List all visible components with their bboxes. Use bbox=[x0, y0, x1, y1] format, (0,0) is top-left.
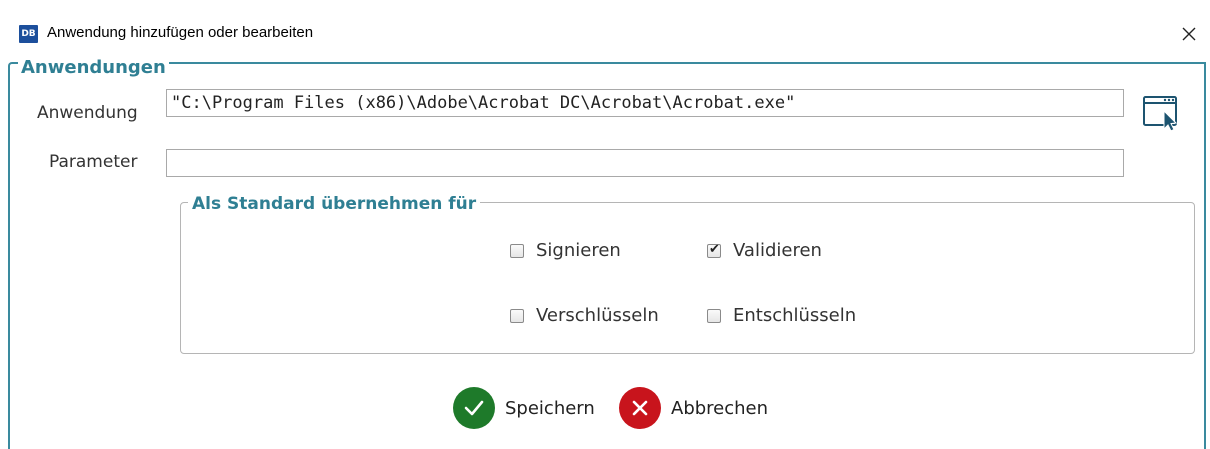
applications-legend: Anwendungen bbox=[18, 57, 169, 79]
checkbox-entschluesseln[interactable]: Entschlüsseln bbox=[707, 305, 856, 326]
checkbox-verschluesseln[interactable]: Verschlüsseln bbox=[510, 305, 659, 326]
browse-window-cursor-icon bbox=[1143, 96, 1178, 132]
checkbox-label: Validieren bbox=[733, 240, 822, 261]
defaults-group-box bbox=[180, 202, 1195, 354]
parameter-input[interactable] bbox=[166, 149, 1124, 177]
checkbox-label: Signieren bbox=[536, 240, 621, 261]
close-icon bbox=[1182, 27, 1196, 41]
checkbox-box: ✔ bbox=[707, 241, 721, 258]
checkmark-icon bbox=[453, 387, 495, 429]
app-logo-icon: DB bbox=[19, 25, 38, 43]
title-bar: DB Anwendung hinzufügen oder bearbeiten bbox=[0, 0, 1210, 64]
application-path-input[interactable] bbox=[166, 89, 1124, 117]
checkbox-box bbox=[707, 308, 721, 323]
checkbox-box bbox=[510, 243, 524, 258]
save-label: Speichern bbox=[505, 397, 595, 419]
browse-application-button[interactable] bbox=[1142, 93, 1182, 133]
x-icon bbox=[619, 387, 661, 429]
checkbox-label: Verschlüsseln bbox=[536, 305, 659, 326]
application-label: Anwendung bbox=[37, 103, 138, 123]
close-button[interactable] bbox=[1175, 20, 1203, 48]
checkbox-validieren[interactable]: ✔ Validieren bbox=[707, 240, 822, 261]
cancel-label: Abbrechen bbox=[671, 397, 769, 419]
defaults-legend: Als Standard übernehmen für bbox=[188, 193, 481, 215]
checkmark-icon: ✔ bbox=[709, 241, 720, 257]
checkbox-signieren[interactable]: Signieren bbox=[510, 240, 621, 261]
window-title: Anwendung hinzufügen oder bearbeiten bbox=[47, 24, 314, 41]
checkbox-label: Entschlüsseln bbox=[733, 305, 857, 326]
cancel-button[interactable]: Abbrechen bbox=[619, 387, 768, 429]
parameter-label: Parameter bbox=[49, 152, 138, 172]
save-button[interactable]: Speichern bbox=[453, 387, 595, 429]
checkbox-box bbox=[510, 308, 524, 323]
